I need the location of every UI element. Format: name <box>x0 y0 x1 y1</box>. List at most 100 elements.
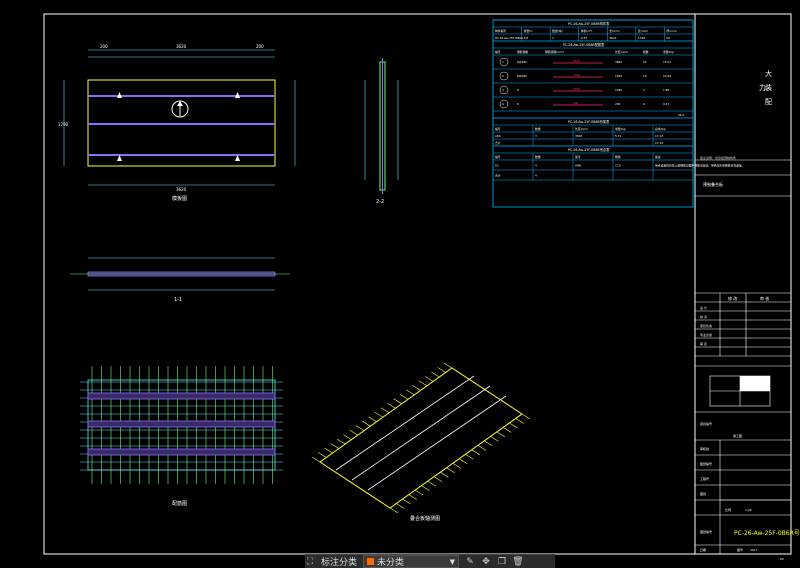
iso-rebar-end <box>433 476 443 482</box>
table-cell: 15.01 <box>663 60 671 64</box>
table-cell: 根数 <box>643 50 649 54</box>
table-cell: 数量(块) <box>552 29 563 33</box>
table-cell: 2 <box>502 74 504 78</box>
tb-rev-a: 修 改 <box>728 295 737 301</box>
table-cell: D1 <box>495 164 499 168</box>
rebar-plan-label: 配筋图 <box>172 500 187 507</box>
cad-drawing-canvas[interactable]: 3620 3620 1790 200 200 模板图 2-2 1-1 配筋图 叠… <box>0 0 800 567</box>
category-select[interactable]: 未分类 ▼ <box>363 555 460 568</box>
table-cell: 1950 <box>615 74 622 78</box>
iso-rebar-end <box>399 394 409 400</box>
table-cell: 60 <box>666 36 670 40</box>
table-cell: 3 <box>502 88 504 92</box>
plan-dim-side-text-2: 200 <box>256 44 264 49</box>
iso-slab-outline <box>319 367 523 509</box>
iso-rebar-end <box>311 456 321 463</box>
iso-rebar-end <box>324 447 333 454</box>
copy-icon[interactable]: ❐ <box>497 557 507 567</box>
iso-rebar-end <box>484 440 493 447</box>
table-cell: 规格 <box>615 155 621 159</box>
plan-dim-total-bottom: 3620 <box>176 187 187 192</box>
table-cell: 1560 <box>573 87 580 91</box>
table-cell: 重量(t) <box>524 29 533 33</box>
hierarchy-icon[interactable]: ⛶ <box>305 557 315 567</box>
table-cell: PC-26-Aw-25F-0B6R <box>495 36 523 40</box>
table-cell: PC-26-Aw-25F-0B6R配筋表 <box>563 42 605 47</box>
rebar-truss <box>87 448 276 456</box>
table-cell: 宽(mm) <box>638 29 648 33</box>
plan-dim-total-text: 3620 <box>176 44 187 49</box>
iso-rebar-end <box>396 503 405 509</box>
tb-left-label: 审 定 <box>700 341 707 346</box>
table-cell: 吊点设置在桁架上弦钢筋与腹杆钢筋交接处，吊钩与桁架钢筋可靠连接。 <box>655 164 745 168</box>
table-cell: 长度(mm) <box>615 50 628 54</box>
iso-rebar-end <box>446 467 455 473</box>
iso-rebar-end <box>452 462 462 469</box>
iso-rebar-end <box>393 398 402 405</box>
table-cell: C10 <box>615 164 621 168</box>
iso-rebar-end <box>465 454 474 460</box>
isometric-label: 叠合板轴测图 <box>410 515 440 522</box>
tb-bottom-label: 审核批 <box>700 446 709 451</box>
tb-char-1: 大 <box>765 69 772 78</box>
table-cell: 4 <box>535 164 537 168</box>
table-cell: 构件编号 <box>495 29 506 33</box>
table-cell: 体积(m³) <box>581 29 593 33</box>
table-cell: 1 <box>552 36 554 40</box>
tb-bottom-label: 工程号 <box>700 476 709 481</box>
tb-page-no: 02 <box>780 557 784 561</box>
table-cell: 编号 <box>495 127 501 131</box>
iso-rebar-end <box>471 449 480 456</box>
table-cell: 5.71 <box>615 134 621 138</box>
table-cell: 钢筋规格 <box>517 50 528 54</box>
table-cell: 合计 <box>495 174 501 178</box>
annotation-toolbar: ⛶ 标注分类 未分类 ▼ ✎ ✥ ❐ 🗑 <box>305 554 555 568</box>
table-cell: 8 <box>517 88 519 92</box>
iso-rebar-end <box>412 385 421 391</box>
table-cell: 1790 <box>573 73 580 77</box>
iso-rebar-end <box>402 498 411 505</box>
table-cell: 数量 <box>535 127 541 131</box>
iso-rebar-end <box>424 376 434 382</box>
iso-rebar-end <box>380 407 390 414</box>
table-cell: 200 <box>615 102 621 106</box>
table-cell: 17.13 <box>655 141 663 145</box>
iso-rebar-end <box>421 485 430 491</box>
iso-rebar-end <box>443 362 453 369</box>
table-cell: 4 <box>535 174 537 178</box>
iso-rebar-end <box>414 489 424 496</box>
table-cell: 3 <box>643 88 645 92</box>
table-cell: 编号 <box>495 50 501 54</box>
table-cell: 1560 <box>615 88 622 92</box>
tb-date-label: 日期 <box>700 547 706 552</box>
table-cell: 3500 <box>575 134 582 138</box>
delete-icon[interactable]: 🗑 <box>512 557 523 567</box>
table-cell: 0.8 <box>524 36 529 40</box>
table-cell: 0.47 <box>663 102 669 106</box>
edit-icon[interactable]: ✎ <box>465 557 475 567</box>
table-cell: 8 <box>517 102 519 106</box>
section-2-2: 2-2 <box>364 58 399 205</box>
plan-view: 3620 3620 1790 200 200 模板图 <box>58 44 296 202</box>
iso-rebar-end <box>343 434 352 440</box>
table-cell: 重量(kg) <box>663 50 674 54</box>
move-icon[interactable]: ✥ <box>481 557 491 567</box>
category-select-value: 未分类 <box>377 558 405 568</box>
plan-dim-width-text: 1790 <box>58 122 69 127</box>
iso-rebar-end <box>458 458 468 465</box>
section-1-1-label: 1-1 <box>174 297 182 303</box>
isometric-view <box>311 362 531 514</box>
table-cell: 19 <box>643 74 647 78</box>
tb-designer-row: 预制叠合板 <box>703 181 723 187</box>
tb-rev-b: 审 核 <box>760 295 769 301</box>
table-cell: 8@200 <box>517 60 527 64</box>
tb-left-label: 设 计 <box>700 305 707 310</box>
iso-rebar-end <box>318 452 327 458</box>
plan-dim-side-text: 200 <box>100 44 108 49</box>
table-cell: 200 <box>573 101 579 105</box>
iso-rebar-end <box>521 413 531 420</box>
table-cell: 4 <box>502 102 504 106</box>
iso-rebar-end <box>406 389 415 396</box>
table-cell: 型号 <box>575 155 581 159</box>
iso-rebar-end <box>431 371 440 378</box>
